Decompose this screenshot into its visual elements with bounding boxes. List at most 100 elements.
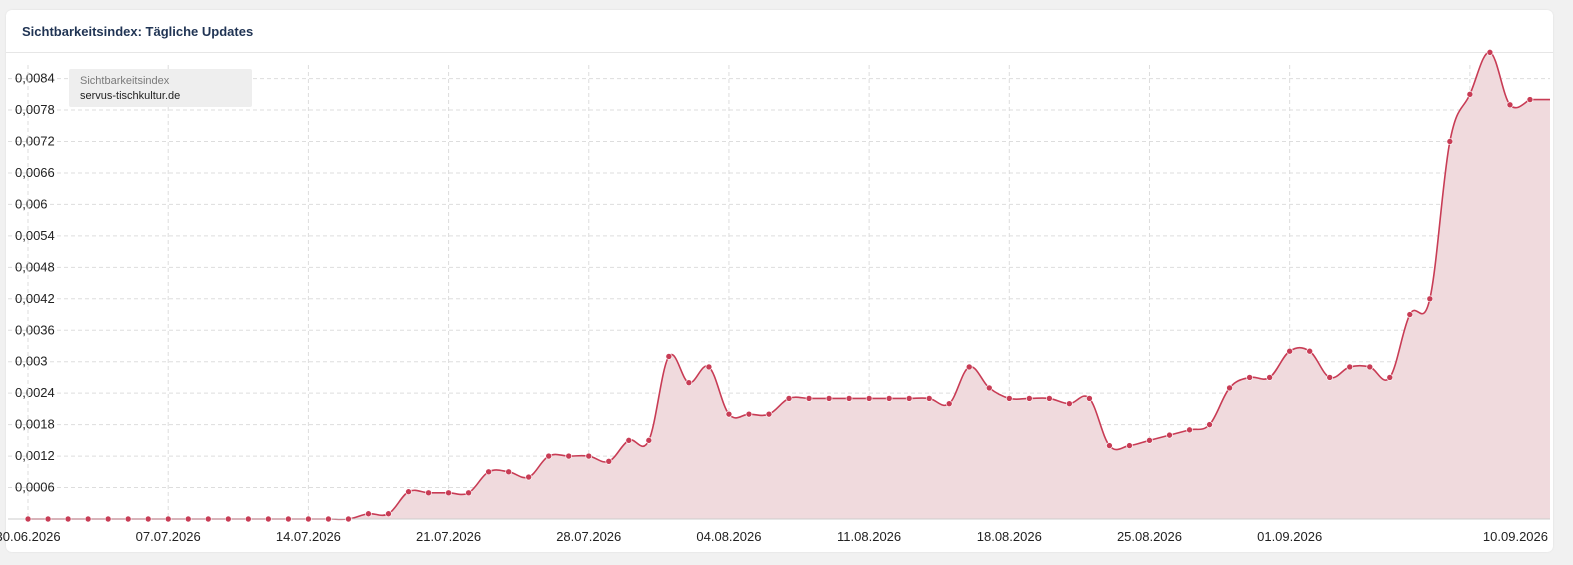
- data-point: [1446, 138, 1454, 145]
- x-tick-label: 11.08.2026: [837, 529, 901, 544]
- x-tick-label: 04.08.2026: [696, 529, 761, 544]
- data-point: [525, 473, 532, 481]
- data-point: [1346, 363, 1354, 371]
- data-point: [385, 510, 392, 518]
- y-tick-label: 0,0006: [15, 480, 55, 495]
- data-point: [765, 410, 773, 418]
- y-tick-label: 0,0072: [15, 134, 55, 149]
- data-point: [1326, 374, 1334, 381]
- data-point: [665, 353, 673, 360]
- data-point: [1286, 347, 1293, 355]
- x-tick-label: 25.08.2026: [1117, 529, 1182, 544]
- data-point: [1366, 363, 1374, 371]
- data-point: [325, 515, 332, 523]
- data-point: [625, 437, 633, 444]
- data-point: [245, 515, 252, 523]
- data-point: [1186, 426, 1193, 434]
- data-point: [1106, 442, 1113, 449]
- data-point: [885, 395, 893, 402]
- data-point: [985, 384, 993, 392]
- data-point: [1206, 421, 1213, 428]
- data-point: [565, 452, 573, 460]
- data-point: [1146, 437, 1153, 444]
- x-tick-label: 01.09.2026: [1257, 529, 1322, 544]
- y-tick-label: 0,0078: [15, 102, 55, 117]
- data-point: [1066, 400, 1073, 407]
- data-point: [1005, 395, 1013, 402]
- data-point: [1506, 101, 1514, 109]
- y-tick-label: 0,0048: [15, 259, 55, 274]
- data-point: [184, 515, 192, 523]
- x-tick-label: 28.07.2026: [556, 529, 621, 544]
- y-tick-label: 0,0018: [15, 417, 55, 432]
- data-point: [104, 515, 112, 523]
- data-point: [705, 363, 713, 371]
- data-point: [1246, 374, 1253, 381]
- x-tick-label: 30.06.2026: [0, 529, 61, 544]
- data-point: [965, 363, 973, 371]
- x-tick-label: 18.08.2026: [977, 529, 1042, 544]
- data-point: [725, 410, 733, 418]
- legend-label: Sichtbarkeitsindex: [80, 75, 170, 87]
- data-point: [1386, 374, 1394, 381]
- x-tick-label: 14.07.2026: [276, 529, 341, 544]
- data-point: [64, 515, 72, 523]
- y-tick-label: 0,0012: [15, 448, 55, 463]
- data-point: [1406, 311, 1414, 318]
- data-point: [825, 395, 833, 402]
- data-point: [805, 395, 813, 402]
- data-point: [745, 410, 753, 418]
- data-point: [605, 458, 613, 465]
- y-tick-label: 0,0042: [15, 291, 55, 306]
- data-point: [164, 515, 172, 523]
- data-point: [925, 395, 933, 402]
- data-point: [1046, 395, 1053, 402]
- data-point: [204, 515, 212, 523]
- data-point: [405, 488, 412, 496]
- data-point: [224, 515, 232, 523]
- data-point: [485, 468, 492, 476]
- data-point: [1526, 96, 1534, 103]
- x-tick-label: 10.09.2026: [1483, 529, 1548, 544]
- y-tick-label: 0,0036: [15, 322, 55, 337]
- data-point: [1466, 91, 1474, 98]
- data-point: [285, 515, 292, 523]
- data-point: [1486, 49, 1494, 56]
- legend-box: Sichtbarkeitsindex servus-tischkultur.de: [69, 69, 252, 107]
- data-point: [1266, 374, 1273, 381]
- data-point: [84, 515, 92, 523]
- data-point: [44, 515, 52, 523]
- data-point: [845, 395, 853, 402]
- data-point: [305, 515, 312, 523]
- data-point: [1226, 384, 1233, 392]
- data-point: [1166, 431, 1173, 439]
- data-point: [1086, 395, 1093, 402]
- x-tick-label: 21.07.2026: [416, 529, 481, 544]
- data-point: [465, 489, 472, 497]
- y-tick-label: 0,0024: [15, 385, 55, 400]
- data-point: [585, 452, 593, 460]
- data-point: [124, 515, 132, 523]
- data-point: [24, 515, 32, 523]
- data-point: [144, 515, 152, 523]
- data-point: [865, 395, 873, 402]
- y-tick-label: 0,0054: [15, 228, 55, 243]
- data-point: [1306, 347, 1313, 355]
- data-point: [365, 510, 372, 518]
- data-point: [425, 489, 432, 497]
- data-point: [545, 452, 553, 460]
- data-point: [785, 395, 793, 402]
- y-tick-label: 0,003: [15, 354, 48, 369]
- data-point: [1026, 395, 1033, 402]
- data-point: [345, 515, 352, 523]
- y-tick-label: 0,0084: [15, 71, 55, 86]
- data-point: [1426, 295, 1434, 303]
- data-point: [945, 400, 953, 407]
- data-point: [445, 489, 452, 497]
- data-point: [505, 468, 512, 476]
- data-point: [1126, 442, 1133, 449]
- data-point: [645, 437, 653, 444]
- data-point: [905, 395, 913, 402]
- y-tick-label: 0,0066: [15, 165, 55, 180]
- x-tick-label: 07.07.2026: [136, 529, 201, 544]
